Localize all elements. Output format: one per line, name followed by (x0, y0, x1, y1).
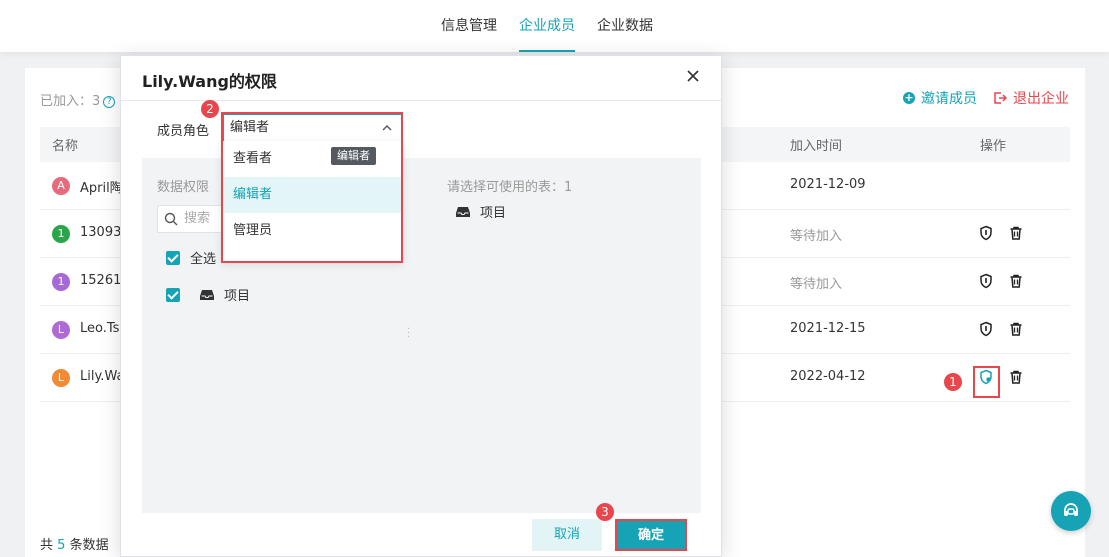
inbox-icon (200, 289, 214, 300)
step-1-badge: 1 (944, 373, 962, 391)
option-editor[interactable]: 编辑者 (223, 177, 401, 213)
panel-splitter[interactable]: · · · (407, 325, 410, 343)
select-all-label: 全选 (190, 252, 217, 267)
step-1-highlight (973, 366, 1000, 398)
dialog-title: Lily.Wang的权限 (142, 72, 277, 91)
select-all-checkbox[interactable]: 全选 (166, 248, 216, 267)
data-permission-label: 数据权限 (157, 180, 210, 195)
step-3-badge: 3 (596, 503, 614, 521)
confirm-button[interactable]: 确定 (615, 519, 687, 551)
checkbox-checked (166, 287, 180, 302)
checkbox-checked (166, 250, 180, 265)
close-icon[interactable] (685, 68, 701, 84)
chevron-up-icon (382, 125, 392, 131)
role-select[interactable]: 编辑者 (223, 114, 403, 142)
right-item-label: 项目 (480, 206, 507, 221)
selected-tables-title: 请选择可使用的表：1 (447, 180, 573, 195)
left-table-item[interactable]: 项目 (166, 285, 250, 304)
role-label: 成员角色 (157, 124, 210, 139)
selected-table-item[interactable]: 项目 (456, 202, 506, 221)
headset-icon (1064, 503, 1078, 516)
search-placeholder: 搜索 (184, 211, 211, 226)
step-2-badge: 2 (201, 100, 219, 118)
cancel-button[interactable]: 取消 (532, 519, 602, 551)
inbox-icon (456, 206, 470, 217)
permission-dialog: Lily.Wang的权限 成员角色 编辑者 数据权限 搜索 全选 项目 · · · … (120, 55, 722, 557)
search-icon (164, 212, 178, 226)
role-tooltip: 编辑者 (331, 147, 376, 165)
option-admin[interactable]: 管理员 (223, 213, 401, 249)
support-chat-button[interactable] (1051, 491, 1091, 531)
role-select-value: 编辑者 (230, 120, 270, 135)
left-item-label: 项目 (224, 289, 251, 304)
